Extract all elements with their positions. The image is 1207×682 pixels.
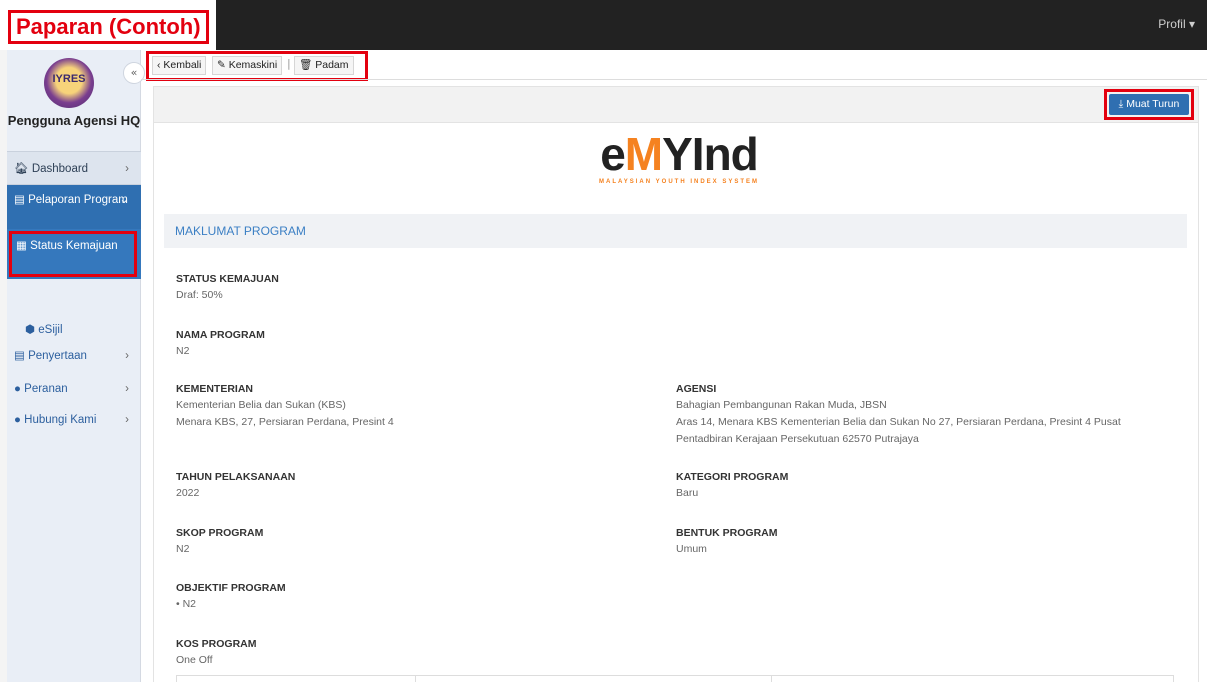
field-label: TAHUN PELAKSANAAN [176, 471, 296, 483]
action-toolbar: ‹ Kembali ✎ Kemaskini | 🗑︎ Padam [146, 51, 368, 81]
sidebar-item-status-kemajuan[interactable]: ▦ Status Kemajuan [7, 229, 141, 279]
field-label: STATUS KEMAJUAN [176, 273, 279, 285]
field-label: BENTUK PROGRAM [676, 527, 778, 539]
field-status-kemajuan: STATUS KEMAJUAN Draf: 50% [176, 272, 656, 304]
field-value: Kementerian Belia dan Sukan (KBS) [176, 399, 346, 411]
emyind-logo: eMYInd MALAYSIAN YOUTH INDEX SYSTEM [579, 131, 779, 191]
sidebar-item-label: eSijil [38, 324, 63, 336]
chevron-right-icon: › [125, 163, 129, 175]
toolbar-divider [141, 79, 1207, 80]
table-icon: ▦ [16, 240, 27, 252]
chevron-right-icon: › [125, 350, 129, 362]
delete-button[interactable]: 🗑︎ Padam [294, 56, 354, 75]
sidebar-item-dashboard[interactable]: 🏠︎ Dashboard › [7, 151, 141, 185]
field-value: N2 [176, 345, 190, 357]
chevron-right-icon: › [125, 414, 129, 426]
window-edge [0, 50, 7, 682]
user-name: Pengguna Agensi HQ [7, 113, 141, 128]
table-divider [771, 676, 772, 682]
sidebar-item-label: Pelaporan Program [28, 194, 128, 206]
annotation-title: Paparan (Contoh) [8, 10, 209, 44]
highlight-box: ▦ Status Kemajuan [9, 231, 137, 277]
report-icon: ▤ [14, 194, 25, 206]
sidebar-item-penyertaan[interactable]: ▤ Penyertaan › [7, 346, 141, 366]
sidebar-item-label: Hubungi Kami [24, 414, 97, 426]
logo-text: IYRES [52, 73, 86, 85]
logo-name: YInd [662, 128, 759, 180]
field-label: AGENSI [676, 383, 717, 395]
logo-tagline: MALAYSIAN YOUTH INDEX SYSTEM [598, 179, 759, 185]
field-skop-program: SKOP PROGRAM N2 [176, 526, 656, 558]
highlight-box: ⤓ Muat Turun [1104, 89, 1194, 120]
chevron-down-icon: ⌄ [119, 194, 129, 206]
field-bentuk-program: BENTUK PROGRAM Umum [676, 526, 1176, 558]
field-label: OBJEKTIF PROGRAM [176, 582, 286, 594]
field-label: KEMENTERIAN [176, 383, 254, 395]
field-value: Bahagian Pembangunan Rakan Muda, JBSN [676, 399, 887, 411]
field-value: 2022 [176, 487, 200, 499]
clipboard-icon: ▤ [14, 350, 25, 362]
home-icon: 🏠︎ [14, 163, 29, 175]
sidebar-item-label: Peranan [24, 383, 68, 395]
sidebar-item-label: Penyertaan [28, 350, 87, 362]
field-objektif-program: OBJEKTIF PROGRAM • N2 [176, 581, 656, 613]
edit-button[interactable]: ✎ Kemaskini [212, 56, 283, 75]
profile-menu[interactable]: Profil ▾ [1158, 17, 1195, 31]
field-tahun-pelaksanaan: TAHUN PELAKSANAAN 2022 [176, 470, 656, 502]
field-label: SKOP PROGRAM [176, 527, 264, 539]
content-header: ⤓ Muat Turun [154, 87, 1198, 123]
field-kementerian: KEMENTERIAN Kementerian Belia dan Sukan … [176, 382, 656, 431]
section-title: MAKLUMAT PROGRAM [164, 214, 1187, 248]
logo-wordmark: eMYInd [579, 131, 779, 177]
collapse-sidebar-button[interactable]: « [123, 62, 145, 84]
field-value: N2 [176, 543, 190, 555]
field-value: Aras 14, Menara KBS Kementerian Belia da… [676, 416, 1121, 445]
field-nama-program: NAMA PROGRAM N2 [176, 328, 656, 360]
sidebar-item-peranan[interactable]: ● Peranan › [7, 379, 141, 399]
field-label: KATEGORI PROGRAM [676, 471, 789, 483]
field-value: One Off [176, 654, 213, 666]
logo-bar-mark: M [624, 128, 663, 180]
logo-prefix: e [600, 128, 626, 180]
chat-icon: ● [14, 414, 21, 426]
sidebar-item-label: Status Kemajuan [30, 240, 118, 252]
main-content: ⤓ Muat Turun eMYInd MALAYSIAN YOUTH INDE… [153, 86, 1199, 682]
cost-table [176, 675, 1174, 682]
download-button[interactable]: ⤓ Muat Turun [1109, 94, 1189, 115]
field-kos-program: KOS PROGRAM One Off [176, 637, 656, 669]
field-agensi: AGENSI Bahagian Pembangunan Rakan Muda, … [676, 382, 1176, 448]
sidebar-item-hubungi-kami[interactable]: ● Hubungi Kami › [7, 410, 141, 430]
certificate-icon: ⬢ [25, 324, 36, 336]
user-icon: ● [14, 383, 21, 395]
field-kategori-program: KATEGORI PROGRAM Baru [676, 470, 1176, 502]
field-value: • N2 [176, 598, 197, 610]
field-value: Menara KBS, 27, Persiaran Perdana, Presi… [176, 416, 394, 428]
toolbar-separator: | [287, 57, 291, 70]
field-value: Draf: 50% [176, 289, 223, 301]
sidebar-item-label: Dashboard [31, 163, 89, 175]
sidebar: IYRES « Pengguna Agensi HQ 🏠︎ Dashboard … [7, 50, 145, 682]
table-divider [415, 676, 416, 682]
field-value: Umum [676, 543, 707, 555]
field-label: NAMA PROGRAM [176, 329, 265, 341]
field-value: Baru [676, 487, 699, 499]
top-navbar: Paparan (Contoh) Profil ▾ [0, 0, 1207, 50]
sidebar-item-pelaporan-program[interactable]: ▤ Pelaporan Program ⌄ [7, 185, 141, 229]
iyres-logo: IYRES [44, 58, 94, 108]
sidebar-item-esijil[interactable]: ⬢ eSijil [7, 320, 141, 340]
back-button[interactable]: ‹ Kembali [152, 56, 207, 75]
chevron-right-icon: › [125, 383, 129, 395]
field-label: KOS PROGRAM [176, 638, 257, 650]
